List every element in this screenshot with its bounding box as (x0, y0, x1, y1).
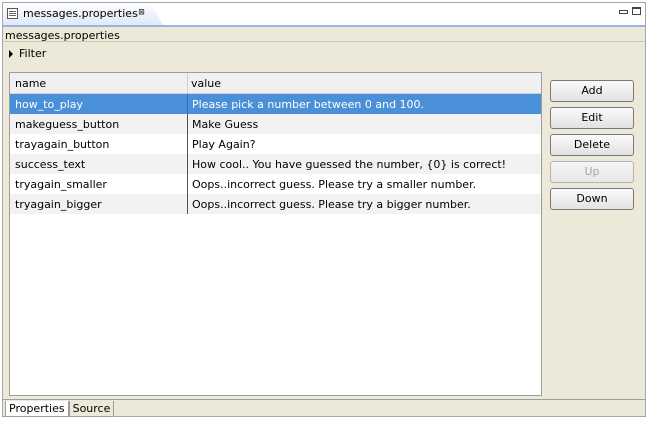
up-button[interactable]: Up (550, 161, 634, 183)
column-separator (187, 114, 188, 134)
delete-button[interactable]: Delete (550, 134, 634, 156)
column-separator (187, 154, 188, 174)
cell-value: How cool.. You have guessed the number, … (192, 158, 507, 171)
cell-name: trayagain_button (15, 138, 110, 151)
expand-triangle-icon (9, 49, 13, 58)
add-button[interactable]: Add (550, 80, 634, 102)
table-header: name value (10, 73, 541, 94)
editor-tab[interactable]: messages.properties ⊠ (3, 3, 163, 25)
cell-value: Play Again? (192, 138, 256, 151)
minimize-icon[interactable] (619, 10, 628, 14)
table-row[interactable]: how_to_play Please pick a number between… (10, 94, 541, 114)
cell-name: makeguess_button (15, 118, 120, 131)
tab-underline (3, 25, 645, 27)
table-row[interactable]: tryagain_smaller Oops..incorrect guess. … (10, 174, 541, 194)
editor-tab-label: messages.properties (23, 7, 138, 20)
edit-button[interactable]: Edit (550, 107, 634, 129)
cell-name: tryagain_bigger (15, 198, 102, 211)
cell-name: success_text (15, 158, 86, 171)
editor-tab-bar: messages.properties ⊠ (3, 3, 645, 25)
filter-label: Filter (19, 47, 47, 60)
close-icon[interactable]: ⊠ (136, 7, 147, 18)
bottom-tab-bar: Properties Source (5, 401, 115, 418)
column-separator (187, 94, 188, 114)
cell-name: tryagain_smaller (15, 178, 107, 191)
column-separator (187, 174, 188, 194)
column-header-name[interactable]: name (15, 77, 46, 90)
column-separator (187, 194, 188, 214)
cell-value: Oops..incorrect guess. Please try a smal… (192, 178, 477, 191)
window-controls (619, 7, 641, 15)
table-row[interactable]: tryagain_bigger Oops..incorrect guess. P… (10, 194, 541, 214)
column-separator (187, 134, 188, 154)
cell-value: Make Guess (192, 118, 259, 131)
maximize-icon[interactable] (632, 7, 641, 15)
cell-name: how_to_play (15, 98, 84, 111)
editor-window: messages.properties ⊠ messages.propertie… (2, 2, 646, 417)
divider (3, 399, 645, 400)
cell-value: Please pick a number between 0 and 100. (192, 98, 425, 111)
table-row[interactable]: makeguess_button Make Guess (10, 114, 541, 134)
table-row[interactable]: trayagain_button Play Again? (10, 134, 541, 154)
column-header-value[interactable]: value (191, 77, 221, 90)
table-row[interactable]: success_text How cool.. You have guessed… (10, 154, 541, 174)
divider (3, 41, 645, 42)
properties-table[interactable]: name value how_to_play Please pick a num… (9, 72, 542, 396)
filter-toggle[interactable]: Filter (9, 47, 46, 60)
tab-properties[interactable]: Properties (5, 401, 69, 417)
column-separator[interactable] (187, 73, 188, 93)
down-button[interactable]: Down (550, 188, 634, 210)
properties-file-icon (7, 8, 18, 19)
tab-source[interactable]: Source (68, 401, 115, 417)
cell-value: Oops..incorrect guess. Please try a bigg… (192, 198, 471, 211)
